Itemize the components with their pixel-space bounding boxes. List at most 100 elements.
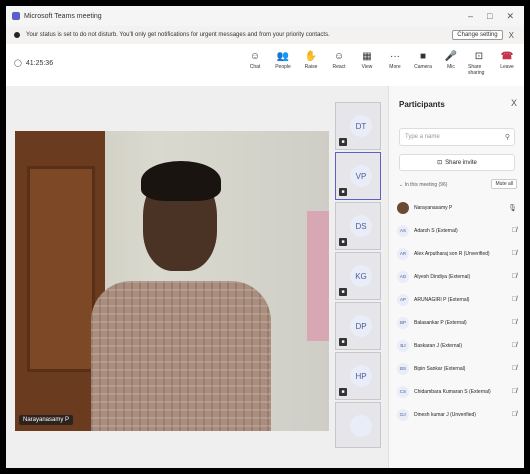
- raise-hand-icon: ✋: [304, 51, 318, 62]
- leave-label: Leave: [500, 64, 514, 70]
- raise-label: Raise: [304, 64, 318, 70]
- participant-strip: DT ■ VP ■ DS ■ KG ■ DP ■ HP ■: [335, 102, 381, 468]
- more-icon: ···: [390, 51, 400, 62]
- share-button[interactable]: ⊡ Share sharing: [468, 50, 490, 76]
- mic-muted-icon: ■: [339, 238, 347, 246]
- list-item[interactable]: BJ Baskaran J (External) 🎙̸: [397, 334, 521, 357]
- participant-name: Baskaran J (External): [414, 342, 463, 349]
- mic-muted-icon[interactable]: 🎙̸: [512, 250, 517, 257]
- strip-tile[interactable]: HP ■: [335, 352, 381, 400]
- list-item[interactable]: BP Balasankar P (External) 🎙̸: [397, 311, 521, 334]
- strip-avatar: VP: [350, 165, 372, 187]
- strip-avatar: DS: [350, 215, 372, 237]
- leave-icon: ☎: [500, 51, 514, 62]
- screen-frame: Microsoft Teams meeting – □ ✕ Your statu…: [0, 0, 530, 474]
- participant-name: Bipin Sankar (External): [414, 365, 466, 372]
- mic-muted-icon[interactable]: 🎙̸: [512, 296, 517, 303]
- main-video[interactable]: Narayanasamy P: [15, 131, 329, 431]
- people-icon: 👥: [276, 51, 290, 62]
- people-button[interactable]: 👥 People: [272, 50, 294, 76]
- view-label: View: [361, 64, 373, 70]
- strip-tile[interactable]: VP ■: [335, 152, 381, 200]
- participant-search-input[interactable]: Type a name ⚲: [399, 128, 515, 146]
- participant-name: Chidambara Kumaran S (External): [414, 388, 491, 395]
- more-button[interactable]: ··· More: [384, 50, 406, 76]
- strip-tile[interactable]: [335, 402, 381, 448]
- react-icon: ☺: [333, 51, 345, 62]
- maximize-button[interactable]: □: [487, 11, 492, 22]
- list-item[interactable]: BS Bipin Sankar (External) 🎙̸: [397, 357, 521, 380]
- change-setting-button[interactable]: Change setting: [452, 30, 503, 40]
- mic-muted-icon: ■: [339, 388, 347, 396]
- mic-muted-icon[interactable]: 🎙̸: [512, 273, 517, 280]
- people-label: People: [275, 64, 291, 70]
- participant-name: Alex Arputharaj son R (Unverified): [414, 250, 490, 257]
- raise-hand-button[interactable]: ✋ Raise: [300, 50, 322, 76]
- meeting-stage: Narayanasamy P DT ■ VP ■ DS ■ KG ■ DP ■: [6, 86, 388, 468]
- list-item[interactable]: AP ARUNAGIRI P (External) 🎙̸: [397, 288, 521, 311]
- mic-button[interactable]: 🎤 Mic: [440, 50, 462, 76]
- in-meeting-section-header[interactable]: ⌄ In this meeting (96): [399, 182, 447, 188]
- search-icon: ⚲: [504, 134, 510, 141]
- mic-muted-icon[interactable]: 🎙̸: [512, 388, 517, 395]
- strip-avatar: DP: [350, 315, 372, 337]
- view-button[interactable]: ▦ View: [356, 50, 378, 76]
- list-item[interactable]: DJ Dinesh kumar J (Unverified) 🎙̸: [397, 403, 521, 426]
- strip-tile[interactable]: DS ■: [335, 202, 381, 250]
- video-name-tag: Narayanasamy P: [19, 415, 74, 425]
- mic-muted-icon[interactable]: 🎙̸: [512, 411, 517, 418]
- strip-tile[interactable]: DT ■: [335, 102, 381, 150]
- participant-name: Alyesh Dindiya (External): [414, 273, 471, 280]
- strip-tile[interactable]: KG ■: [335, 252, 381, 300]
- share-invite-button[interactable]: ⊡ Share invite: [399, 154, 515, 171]
- close-window-button[interactable]: ✕: [506, 11, 514, 22]
- section-label: In this meeting (96): [404, 182, 448, 188]
- mic-muted-icon[interactable]: 🎙̸: [512, 319, 517, 326]
- avatar: BJ: [397, 339, 409, 352]
- participant-name: Dinesh kumar J (Unverified): [414, 411, 476, 418]
- meeting-timer: ◯ 41:25:36: [14, 59, 54, 68]
- participants-panel: Participants X Type a name ⚲ ⊡ Share inv…: [388, 86, 524, 468]
- mic-muted-icon[interactable]: 🎙̸: [512, 365, 517, 372]
- list-item[interactable]: CS Chidambara Kumaran S (External) 🎙̸: [397, 380, 521, 403]
- strip-avatar: DT: [350, 115, 372, 137]
- shield-icon: ◯: [14, 60, 22, 67]
- share-label: Share sharing: [468, 64, 485, 76]
- dnd-banner: Your status is set to do not disturb. Yo…: [6, 26, 524, 45]
- mic-icon: 🎤: [444, 51, 458, 62]
- participant-name: Narayanasamy P: [414, 204, 453, 211]
- react-button[interactable]: ☺ React: [328, 50, 350, 76]
- video-person-hair: [141, 161, 221, 201]
- mic-muted-icon[interactable]: 🎙̸: [512, 227, 517, 234]
- video-shirt-pattern: [91, 281, 271, 431]
- minimize-button[interactable]: –: [468, 11, 473, 22]
- more-label: More: [389, 64, 401, 70]
- avatar: [397, 201, 409, 214]
- strip-avatar: [350, 415, 372, 437]
- list-item[interactable]: Narayanasamy P 🎙: [397, 196, 521, 219]
- mute-all-button[interactable]: Mute all: [491, 179, 517, 189]
- avatar: CS: [397, 385, 409, 398]
- strip-tile[interactable]: DP ■: [335, 302, 381, 350]
- banner-text: Your status is set to do not disturb. Yo…: [26, 32, 330, 38]
- list-item[interactable]: AS Adarsh S (External) 🎙̸: [397, 219, 521, 242]
- status-dot-icon: [14, 32, 20, 38]
- camera-icon: ■: [419, 51, 427, 62]
- mic-muted-icon: ■: [339, 338, 347, 346]
- mic-muted-icon[interactable]: 🎙̸: [512, 342, 517, 349]
- window-title: Microsoft Teams meeting: [24, 12, 102, 20]
- banner-close-button[interactable]: X: [509, 31, 514, 40]
- share-invite-label: Share invite: [445, 159, 477, 166]
- mic-on-icon[interactable]: 🎙: [508, 204, 517, 212]
- camera-button[interactable]: ■ Camera: [412, 50, 434, 76]
- chat-button[interactable]: ☺ Chat: [244, 50, 266, 76]
- participant-name: Balasankar P (External): [414, 319, 467, 326]
- timer-text: 41:25:36: [25, 59, 54, 67]
- list-item[interactable]: AR Alex Arputharaj son R (Unverified) 🎙̸: [397, 242, 521, 265]
- title-bar: Microsoft Teams meeting – □ ✕: [6, 6, 524, 26]
- leave-button[interactable]: ☎ Leave: [496, 50, 518, 76]
- avatar: BS: [397, 362, 409, 375]
- list-item[interactable]: AD Alyesh Dindiya (External) 🎙̸: [397, 265, 521, 288]
- react-label: React: [332, 64, 346, 70]
- panel-close-button[interactable]: X: [511, 98, 517, 108]
